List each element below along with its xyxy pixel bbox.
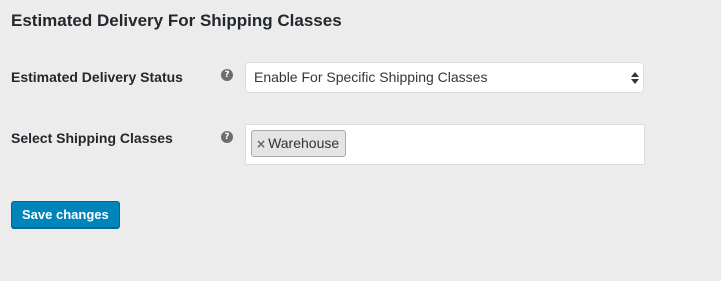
selected-token-warehouse: × Warehouse: [251, 130, 347, 157]
remove-token-icon[interactable]: ×: [256, 132, 266, 157]
selected-option: Enable For Specific Shipping Classes: [254, 69, 488, 85]
select-arrows-icon: [631, 72, 639, 84]
help-icon[interactable]: ?: [221, 69, 233, 81]
select-shipping-classes-label: Select Shipping Classes: [11, 130, 173, 146]
shipping-classes-multiselect[interactable]: × Warehouse: [245, 124, 645, 165]
help-icon[interactable]: ?: [221, 131, 233, 143]
section-title: Estimated Delivery For Shipping Classes: [11, 11, 342, 30]
estimated-delivery-status-select[interactable]: Enable For Specific Shipping Classes: [245, 62, 644, 93]
save-changes-button[interactable]: Save changes: [11, 201, 120, 228]
token-label: Warehouse: [268, 135, 340, 151]
estimated-delivery-status-label: Estimated Delivery Status: [11, 69, 183, 85]
